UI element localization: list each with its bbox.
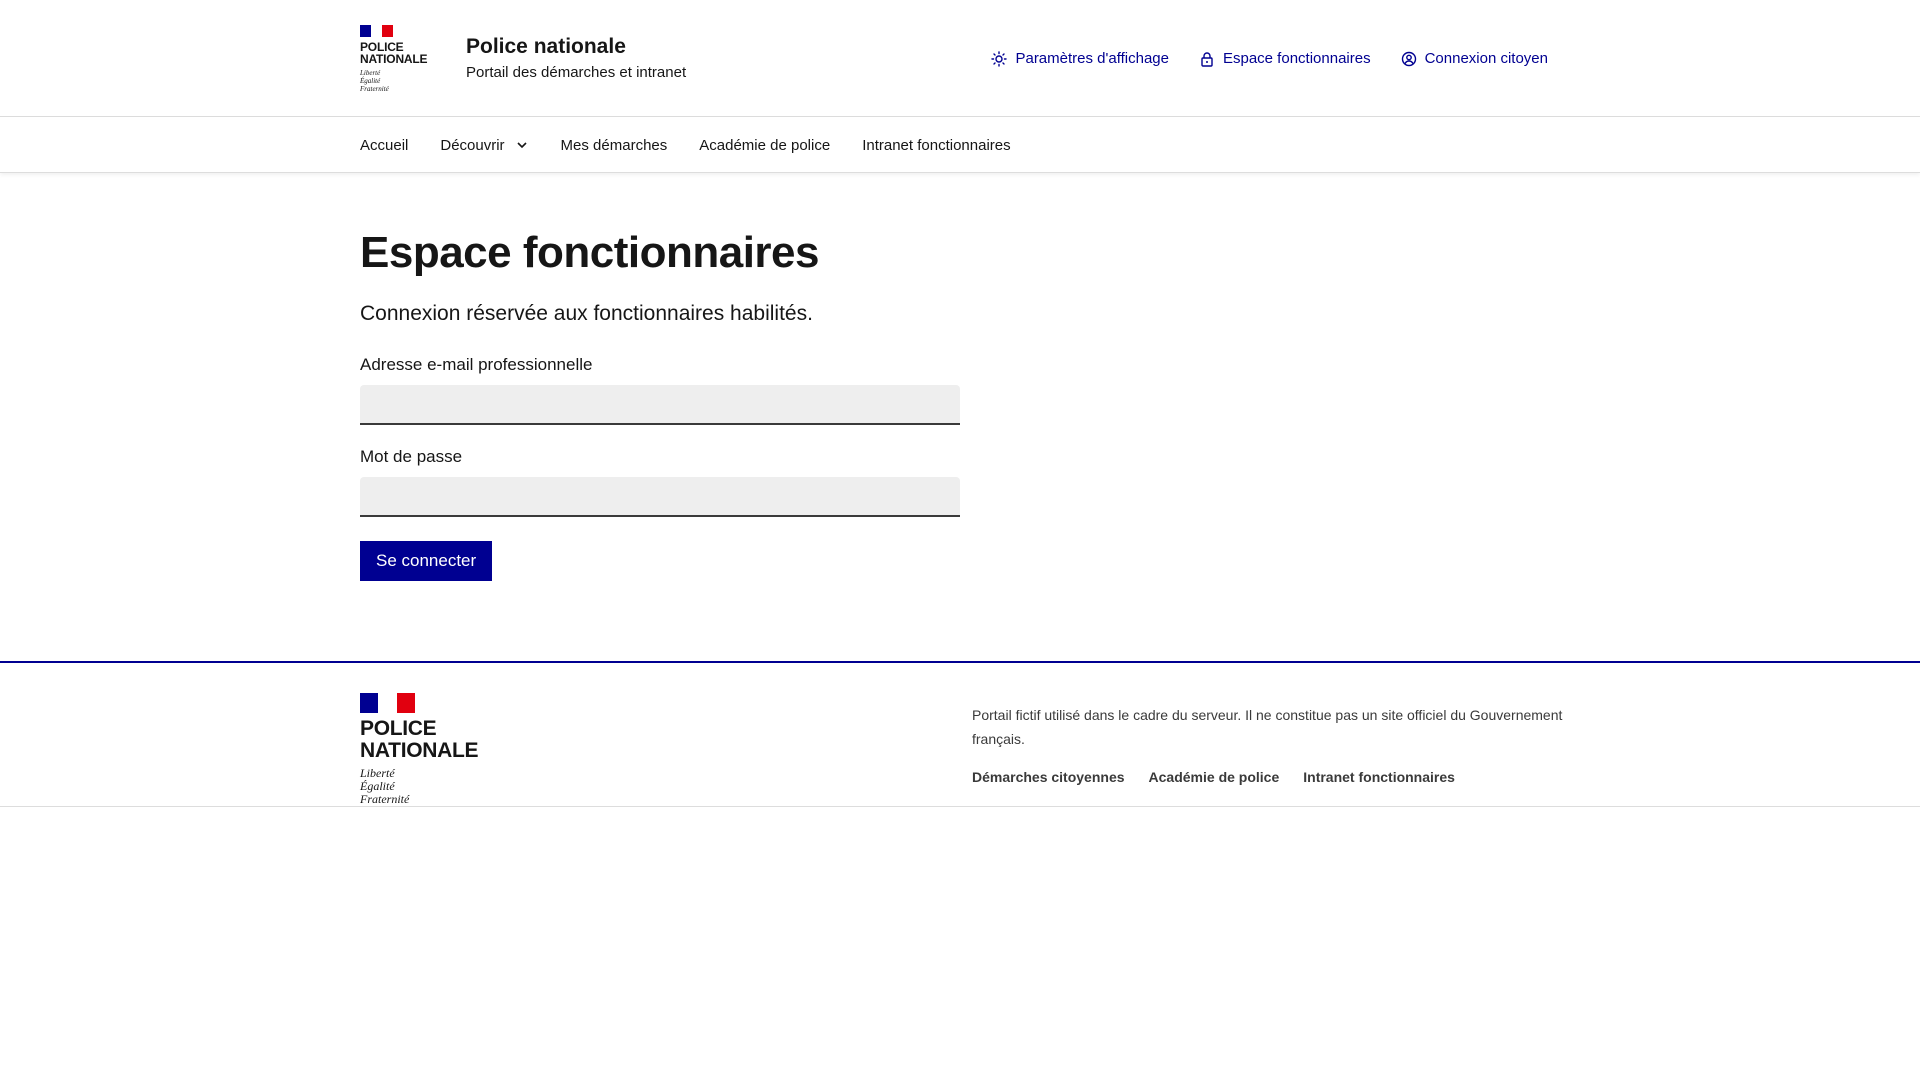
marianne-flag-icon [360, 693, 415, 713]
nav-item-decouvrir[interactable]: Découvrir [440, 137, 528, 154]
nav-item-label: Accueil [360, 136, 409, 154]
lock-icon [1201, 51, 1213, 67]
staff-area-label: Espace fonctionnaires [1222, 50, 1371, 67]
footer-police-logo[interactable]: POLICE NATIONALE Liberté Égalité Fratern… [360, 693, 500, 806]
logo-line-1: POLICE [360, 39, 404, 54]
footer-content: Portail fictif utilisé dans le cadre du … [972, 703, 1572, 785]
logo-line-2: NATIONALE [360, 51, 428, 66]
motto-liberte: Liberté [360, 68, 381, 77]
user-icon [1401, 51, 1416, 66]
service-tagline: Portail des démarches et intranet [466, 64, 687, 81]
footer-logo-line-1: POLICE [360, 717, 437, 740]
footer-link-academie[interactable]: Académie de police [1149, 769, 1280, 785]
logo-text: POLICE NATIONALE [360, 41, 438, 65]
logo-motto: Liberté Égalité Fraternité [360, 69, 438, 93]
nav-item-label: Mes démarches [560, 136, 668, 154]
chevron-down-icon [516, 142, 527, 149]
email-label: Adresse e-mail professionnelle [360, 355, 593, 374]
display-settings-label: Paramètres d'affichage [1015, 50, 1169, 67]
page-title: Espace fonctionnaires [360, 228, 819, 277]
motto-fraternite: Fraternité [360, 84, 389, 93]
nav-inner: Accueil Découvrir Mes démarches Académie… [360, 117, 1043, 173]
footer-logo-motto: Liberté Égalité Fraternité [360, 767, 500, 806]
login-button[interactable]: Se connecter [360, 541, 493, 581]
marianne-flag-icon [360, 24, 393, 37]
nav-item-accueil[interactable]: Accueil [360, 137, 408, 154]
footer-links: Démarches citoyennes Académie de police … [972, 769, 1572, 785]
footer-link-intranet[interactable]: Intranet fonctionnaires [1303, 769, 1455, 785]
motto-egalite: Égalité [360, 76, 381, 85]
nav-item-academie[interactable]: Académie de police [699, 137, 830, 154]
header-inner: POLICE NATIONALE Liberté Égalité Fratern… [360, 0, 1548, 117]
police-logo[interactable]: POLICE NATIONALE Liberté Égalité Fratern… [360, 24, 438, 93]
staff-area-link[interactable]: Espace fonctionnaires [1199, 50, 1371, 67]
motto-fraternite: Fraternité [360, 792, 410, 806]
citizen-login-link[interactable]: Connexion citoyen [1401, 50, 1548, 67]
login-form: Espace fonctionnaires Connexion réservée… [360, 225, 960, 581]
nav-item-label: Académie de police [699, 136, 831, 154]
main-content: Espace fonctionnaires Connexion réservée… [0, 173, 1920, 661]
nav-item-mes-demarches[interactable]: Mes démarches [561, 137, 668, 154]
header-tools: Paramètres d'affichage Espace fonctionna… [991, 50, 1548, 67]
service-info: Police nationale Portail des démarches e… [466, 33, 686, 84]
site-footer: POLICE NATIONALE Liberté Égalité Fratern… [0, 661, 1920, 807]
footer-logo-line-2: NATIONALE [360, 739, 479, 762]
email-field[interactable] [360, 385, 960, 425]
nav-item-label: Découvrir [440, 136, 505, 154]
nav-item-intranet[interactable]: Intranet fonctionnaires [862, 137, 1010, 154]
sun-icon [991, 50, 1008, 67]
display-settings-link[interactable]: Paramètres d'affichage [991, 50, 1169, 67]
citizen-login-label: Connexion citoyen [1424, 50, 1548, 67]
password-field[interactable] [360, 477, 960, 517]
footer-description: Portail fictif utilisé dans le cadre du … [972, 707, 1563, 747]
service-title[interactable]: Police nationale [466, 33, 686, 61]
footer-link-demarches[interactable]: Démarches citoyennes [972, 769, 1125, 785]
footer-logo-text: POLICE NATIONALE [360, 718, 500, 762]
lead-text: Connexion réservée aux fonctionnaires ha… [360, 302, 813, 325]
main-navigation: Accueil Découvrir Mes démarches Académie… [0, 117, 1920, 173]
site-header: POLICE NATIONALE Liberté Égalité Fratern… [0, 0, 1920, 117]
nav-item-label: Intranet fonctionnaires [862, 136, 1011, 154]
password-label: Mot de passe [360, 447, 463, 466]
